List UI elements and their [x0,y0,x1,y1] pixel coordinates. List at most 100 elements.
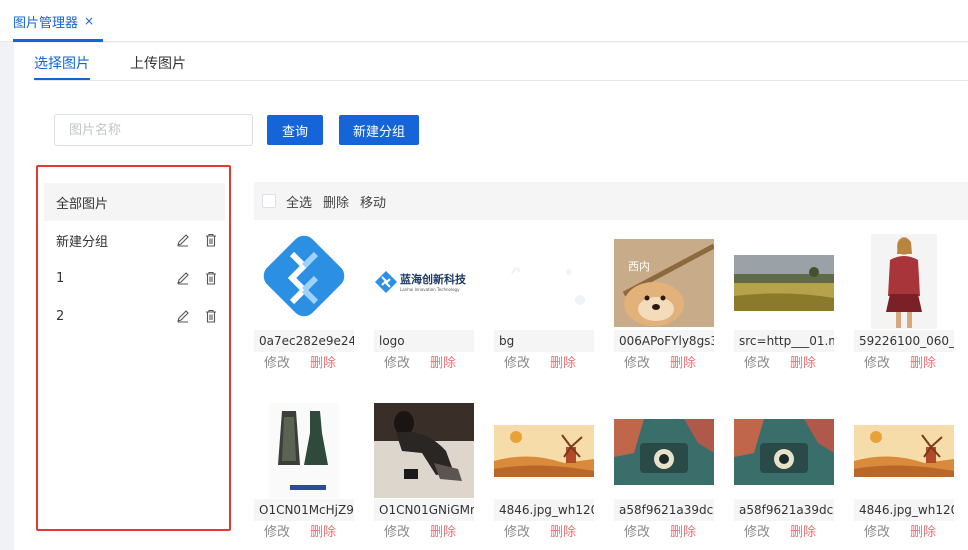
trash-icon[interactable] [203,270,219,286]
edit-image-button[interactable]: 修改 [264,352,290,376]
group-item-label: 2 [56,308,65,324]
image-card[interactable]: 4846.jpg_wh1200 修改 删除 [494,403,594,545]
delete-image-button[interactable]: 删除 [310,352,336,376]
edit-icon[interactable] [175,232,191,248]
windmill-illustration-image [854,425,954,477]
move-selected-button[interactable]: 移动 [360,192,386,211]
image-card[interactable]: 4846.jpg_wh1200 修改 删除 [854,403,954,545]
image-thumbnail[interactable]: 蓝海创新科技 Lanhai Innovation Technology [374,234,474,329]
cyber-illustration-image [734,419,834,485]
delete-image-button[interactable]: 删除 [550,352,576,376]
image-name: O1CN01McHjZ92 [254,499,354,521]
image-thumbnail[interactable] [614,403,714,498]
cyber-illustration-image [614,419,714,485]
image-thumbnail[interactable] [734,234,834,329]
edit-icon[interactable] [175,308,191,324]
edit-image-button[interactable]: 修改 [384,352,410,376]
tab-select-image[interactable]: 选择图片 [34,53,90,73]
image-name: 59226100_060_e [854,330,954,352]
image-card[interactable]: a58f9621a39dc09 修改 删除 [734,403,834,545]
image-name: 4846.jpg_wh1200 [494,499,594,521]
image-card[interactable]: bg 修改 删除 [494,234,594,376]
logo-text: 蓝海创新科技 [400,273,466,286]
image-thumbnail[interactable] [494,403,594,498]
image-card[interactable]: a58f9621a39dc09 修改 删除 [614,403,714,545]
field-landscape-image [734,255,834,311]
image-thumbnail[interactable] [734,403,834,498]
new-group-button[interactable]: 新建分组 [339,115,419,145]
image-toolbar: 全选 删除 移动 [254,182,968,220]
meme-text: 西内 [628,260,650,273]
image-card[interactable]: 0a7ec282e9e242b 修改 删除 [254,234,354,376]
group-item-1[interactable]: 1 [44,259,225,297]
close-icon[interactable]: × [84,14,94,28]
image-thumbnail[interactable] [854,234,954,329]
subtab-indicator [34,78,90,80]
image-thumbnail[interactable]: 西内 [614,234,714,329]
edit-image-button[interactable]: 修改 [504,352,530,376]
trash-icon[interactable] [203,308,219,324]
edit-image-button[interactable]: 修改 [624,521,650,545]
edit-image-button[interactable]: 修改 [744,521,770,545]
group-item-2[interactable]: 2 [44,297,225,335]
image-name: 4846.jpg_wh1200 [854,499,954,521]
image-name: a58f9621a39dc09 [734,499,834,521]
delete-image-button[interactable]: 删除 [430,352,456,376]
edit-image-button[interactable]: 修改 [264,521,290,545]
image-card[interactable]: O1CN01GNiGMm 修改 删除 [374,403,474,545]
edit-image-button[interactable]: 修改 [864,352,890,376]
dress-product-image [269,403,339,498]
image-name-input[interactable] [54,114,253,146]
delete-image-button[interactable]: 删除 [670,521,696,545]
image-thumbnail[interactable] [374,403,474,498]
image-card[interactable]: 59226100_060_e 修改 删除 [854,234,954,376]
delete-image-button[interactable]: 删除 [790,352,816,376]
tab-image-manager[interactable]: 图片管理器 × [13,0,94,42]
woman-red-sweater-image [871,234,937,329]
edit-image-button[interactable]: 修改 [504,521,530,545]
image-card[interactable]: src=http___01.min 修改 删除 [734,234,834,376]
edit-image-button[interactable]: 修改 [744,352,770,376]
edit-icon[interactable] [175,270,191,286]
image-name: O1CN01GNiGMm [374,499,474,521]
delete-selected-button[interactable]: 删除 [323,192,349,211]
delete-image-button[interactable]: 删除 [430,521,456,545]
delete-image-button[interactable]: 删除 [310,521,336,545]
delete-image-button[interactable]: 删除 [790,521,816,545]
tab-image-manager-label: 图片管理器 [13,15,79,31]
edit-image-button[interactable]: 修改 [384,521,410,545]
edit-image-button[interactable]: 修改 [624,352,650,376]
edit-image-button[interactable]: 修改 [864,521,890,545]
windmill-illustration-image [494,425,594,477]
image-card[interactable]: 西内 006APoFYly8gs34 修改 删除 [614,234,714,376]
lanhai-logo-mark [375,270,397,293]
query-button[interactable]: 查询 [267,115,323,145]
image-name: src=http___01.min [734,330,834,352]
select-all-checkbox[interactable] [262,194,276,208]
image-card[interactable]: 蓝海创新科技 Lanhai Innovation Technology logo… [374,234,474,376]
image-name: logo [374,330,474,352]
logo-subtext: Lanhai Innovation Technology [400,287,460,292]
trash-icon[interactable] [203,232,219,248]
image-thumbnail[interactable] [854,403,954,498]
faint-bg-image [511,267,585,305]
group-item-label: 全部图片 [56,196,109,212]
delete-image-button[interactable]: 删除 [910,352,936,376]
active-tab-indicator [13,39,103,42]
delete-image-button[interactable]: 删除 [550,521,576,545]
image-name: 006APoFYly8gs34 [614,330,714,352]
group-item-all[interactable]: 全部图片 [44,183,225,221]
image-thumbnail[interactable] [254,403,354,498]
doge-meme-image [614,239,714,327]
image-card[interactable]: O1CN01McHjZ92 修改 删除 [254,403,354,545]
image-thumbnail[interactable] [494,234,594,329]
image-thumbnail[interactable] [254,234,354,329]
delete-image-button[interactable]: 删除 [910,521,936,545]
tab-upload-image[interactable]: 上传图片 [130,53,186,73]
group-item-new[interactable]: 新建分组 [44,221,225,259]
select-all-label[interactable]: 全选 [286,192,312,211]
group-list: 全部图片 新建分组 1 2 [36,165,231,531]
delete-image-button[interactable]: 删除 [670,352,696,376]
blue-h-logo-image [263,235,345,317]
top-tab-bar: 图片管理器 × [0,0,968,42]
